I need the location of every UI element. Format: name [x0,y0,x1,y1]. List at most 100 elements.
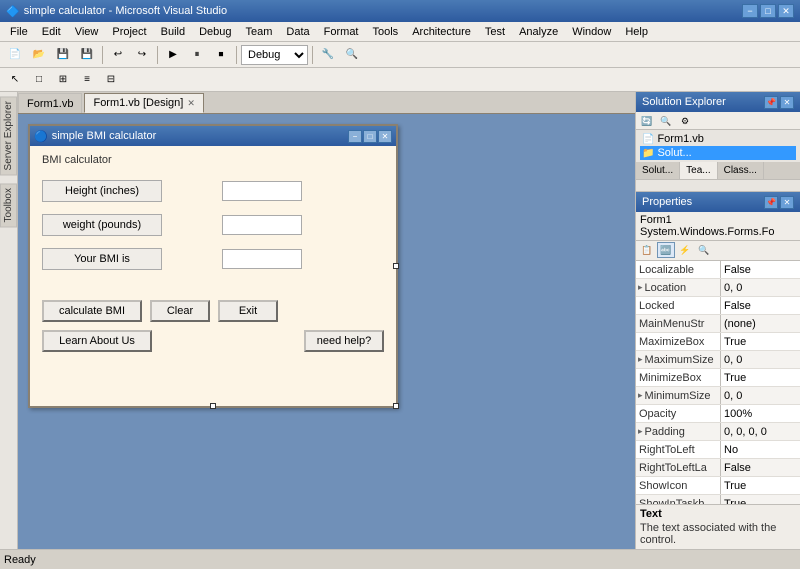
prop-name-minimumsize: ▸MinimumSize [636,387,721,404]
learn-about-us-btn[interactable]: Learn About Us [42,330,152,352]
sol-item-form1vb-label: Form1.vb [657,133,703,145]
bmi-calculator-label: BMI calculator [42,154,384,166]
panel-pin-btn[interactable]: 📌 [764,96,778,109]
expand-icon[interactable]: ▸ [638,282,643,293]
prop-row-maximizebox[interactable]: MaximizeBoxTrue [636,333,800,351]
sol-prop-btn[interactable]: ⚙ [676,113,694,129]
clear-btn[interactable]: Clear [150,300,210,322]
panel-close-btn[interactable]: ✕ [780,96,794,109]
menu-edit[interactable]: Edit [36,25,67,39]
menu-data[interactable]: Data [280,25,315,39]
extra-btn2[interactable]: 🔍 [341,45,363,65]
expand-icon[interactable]: ▸ [638,354,643,365]
pointer-tool[interactable]: ↖ [4,70,26,90]
menu-debug[interactable]: Debug [193,25,237,39]
props-categorized-btn[interactable]: 📋 [638,242,656,258]
form-tool[interactable]: □ [28,70,50,90]
sol-file-icon: 📄 [642,134,654,145]
bmi-close-btn[interactable]: ✕ [378,130,392,143]
extra-btn1[interactable]: 🔧 [317,45,339,65]
minimize-button[interactable]: − [742,4,758,18]
prop-row-padding[interactable]: ▸Padding0, 0, 0, 0 [636,423,800,441]
prop-row-righttoleftla[interactable]: RightToLeftLaFalse [636,459,800,477]
prop-row-minimizebox[interactable]: MinimizeBoxTrue [636,369,800,387]
properties-panel: Form1 System.Windows.Forms.Fo 📋 🔤 ⚡ 🔍 Lo… [636,212,800,549]
calculate-bmi-btn[interactable]: calculate BMI [42,300,142,322]
menu-analyze[interactable]: Analyze [513,25,564,39]
tab-form1vb-design[interactable]: Form1.vb [Design] ✕ [84,93,203,113]
menu-architecture[interactable]: Architecture [406,25,477,39]
props-alphabetical-btn[interactable]: 🔤 [657,242,675,258]
prop-row-showintaskb-[interactable]: ShowInTaskb.True [636,495,800,504]
props-search-btn[interactable]: 🔍 [695,242,713,258]
debug-mode-select[interactable]: Debug Release [241,45,308,65]
expand-icon[interactable]: ▸ [638,426,643,437]
menu-file[interactable]: File [4,25,34,39]
prop-name-padding: ▸Padding [636,423,721,440]
redo-btn[interactable]: ↪ [131,45,153,65]
bmi-form-titlebar: 🔵 simple BMI calculator − □ ✕ [30,126,396,146]
menu-team[interactable]: Team [240,25,279,39]
bmi-maximize-btn[interactable]: □ [363,130,377,143]
form-designer[interactable]: 🔵 simple BMI calculator − □ ✕ BMI calcul… [18,114,635,549]
prop-row-righttoleft[interactable]: RightToLeftNo [636,441,800,459]
need-help-btn[interactable]: need help? [304,330,384,352]
props-close-btn[interactable]: ✕ [780,196,794,209]
sol-tab-solution[interactable]: Solut... [636,162,680,179]
save-btn[interactable]: 💾 [52,45,74,65]
sol-item-solution[interactable]: 📁 Solut... [640,146,796,160]
expand-icon[interactable]: ▸ [638,390,643,401]
height-input[interactable] [222,181,302,201]
new-project-btn[interactable]: 📄 [4,45,26,65]
prop-row-opacity[interactable]: Opacity100% [636,405,800,423]
prop-row-mainmenustr[interactable]: MainMenuStr(none) [636,315,800,333]
align-tool[interactable]: ≡ [76,70,98,90]
bmi-result-input[interactable] [222,249,302,269]
sol-tab-class[interactable]: Class... [718,162,764,179]
prop-name-locked: Locked [636,297,721,314]
props-events-btn[interactable]: ⚡ [676,242,694,258]
props-pin-btn[interactable]: 📌 [764,196,778,209]
menu-project[interactable]: Project [106,25,152,39]
menu-format[interactable]: Format [318,25,365,39]
sol-filter-btn[interactable]: 🔍 [657,113,675,129]
prop-row-minimumsize[interactable]: ▸MinimumSize0, 0 [636,387,800,405]
prop-row-localizable[interactable]: LocalizableFalse [636,261,800,279]
prop-name-minimizebox: MinimizeBox [636,369,721,386]
handle-bottom-center[interactable] [210,403,216,409]
start-btn[interactable]: ▶ [162,45,184,65]
menu-test[interactable]: Test [479,25,511,39]
menu-window[interactable]: Window [566,25,617,39]
tab-form1vb[interactable]: Form1.vb [18,93,82,113]
close-button[interactable]: ✕ [778,4,794,18]
sol-tab-tea[interactable]: Tea... [680,162,717,179]
prop-row-location[interactable]: ▸Location0, 0 [636,279,800,297]
handle-bottom-right[interactable] [393,403,399,409]
main-toolbar: 📄 📂 💾 💾 ↩ ↪ ▶ ⏸ ⏹ Debug Release 🔧 🔍 [0,42,800,68]
weight-input[interactable] [222,215,302,235]
pause-btn[interactable]: ⏸ [186,45,208,65]
center-tool[interactable]: ⊟ [100,70,122,90]
bmi-minimize-btn[interactable]: − [348,130,362,143]
handle-right-center[interactable] [393,263,399,269]
grid-tool[interactable]: ⊞ [52,70,74,90]
prop-row-maximumsize[interactable]: ▸MaximumSize0, 0 [636,351,800,369]
sol-refresh-btn[interactable]: 🔄 [638,113,656,129]
undo-btn[interactable]: ↩ [107,45,129,65]
menu-help[interactable]: Help [619,25,654,39]
prop-row-locked[interactable]: LockedFalse [636,297,800,315]
tab-close-icon[interactable]: ✕ [187,98,195,109]
sol-item-form1vb[interactable]: 📄 Form1.vb [640,132,796,146]
open-btn[interactable]: 📂 [28,45,50,65]
server-explorer-tab[interactable]: Server Explorer [0,96,17,175]
save-all-btn[interactable]: 💾 [76,45,98,65]
maximize-button[interactable]: □ [760,4,776,18]
toolbox-tab[interactable]: Toolbox [0,183,17,227]
prop-row-showicon[interactable]: ShowIconTrue [636,477,800,495]
menu-build[interactable]: Build [155,25,191,39]
menu-view[interactable]: View [69,25,105,39]
menu-tools[interactable]: Tools [367,25,405,39]
exit-btn[interactable]: Exit [218,300,278,322]
prop-desc-title: Text [640,508,796,520]
stop-btn[interactable]: ⏹ [210,45,232,65]
